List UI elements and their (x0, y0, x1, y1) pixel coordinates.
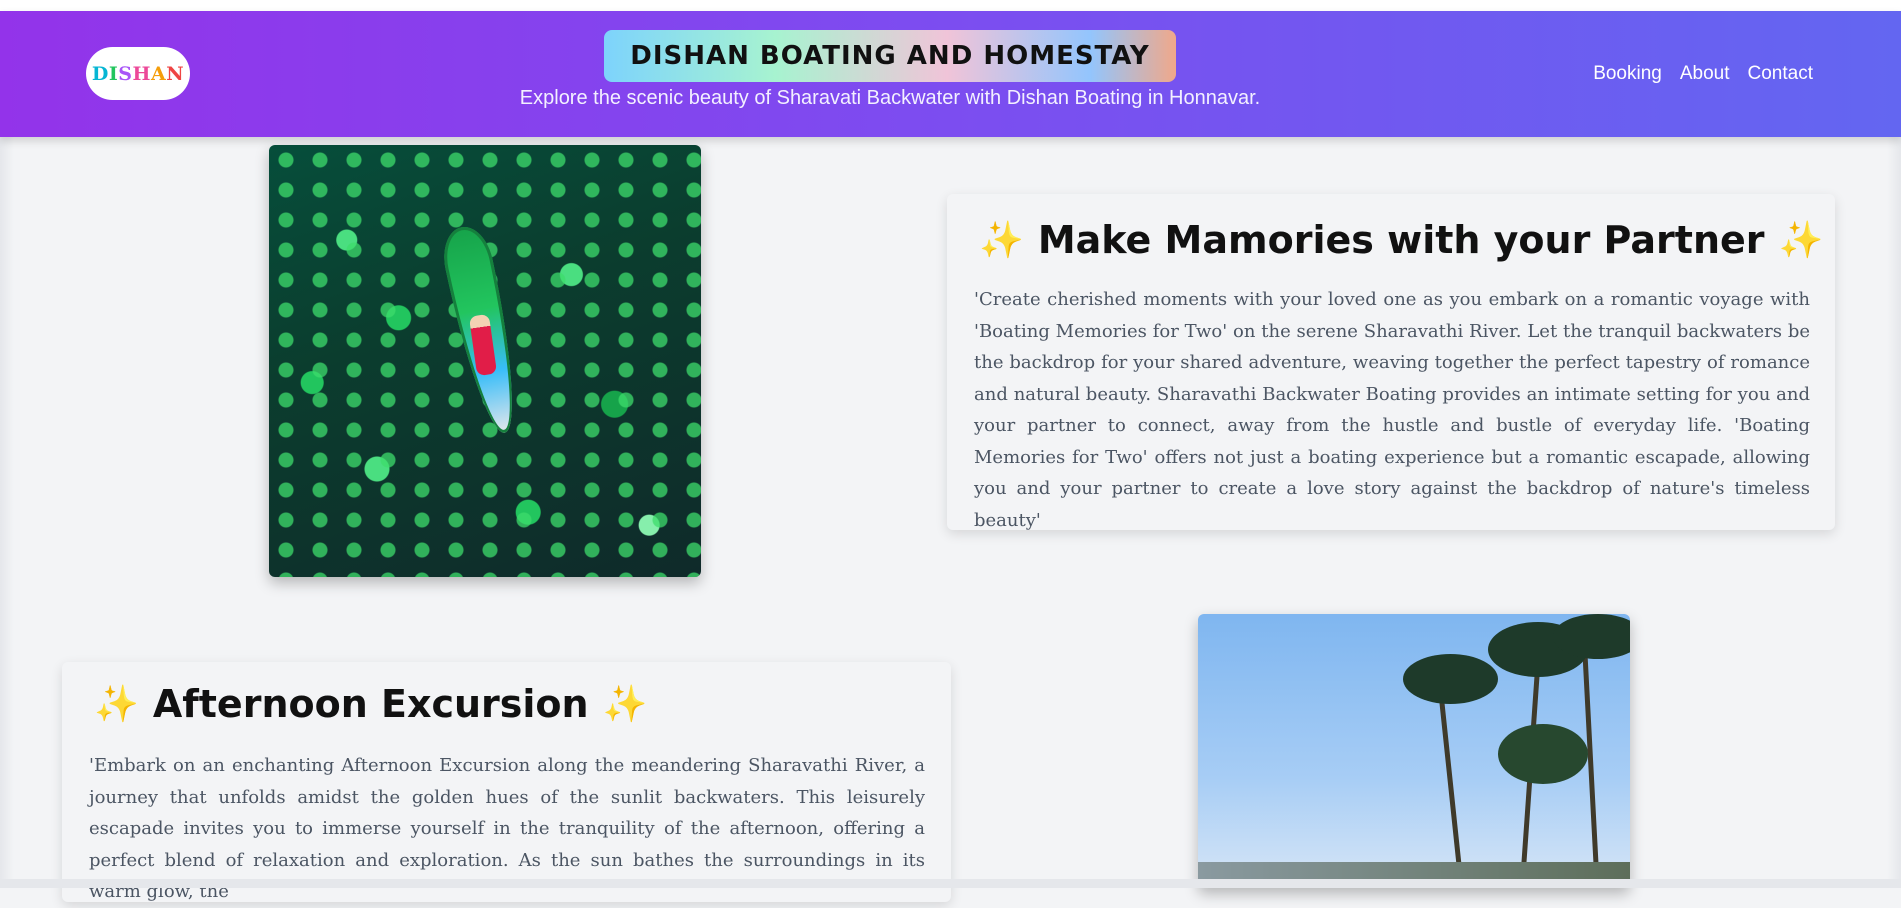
section-heading: ✨ Make Mamories with your Partner ✨ (979, 218, 1823, 262)
page-left-edge (0, 137, 14, 888)
page-right-edge (1887, 137, 1901, 888)
sparkle-icon: ✨ (602, 684, 648, 725)
logo-letter: H (132, 62, 151, 85)
site-tagline: Explore the scenic beauty of Sharavati B… (519, 87, 1261, 109)
logo-letter: A (150, 62, 167, 85)
sparkle-icon: ✨ (979, 220, 1024, 261)
site-header: DISHAN DISHAN BOATING AND HOMESTAY Explo… (0, 11, 1901, 137)
browser-bottom-bar (0, 879, 1901, 888)
palm-trees-photo (1198, 614, 1630, 888)
site-title: DISHAN BOATING AND HOMESTAY (604, 30, 1176, 82)
logo-letter: S (118, 62, 133, 85)
section-heading: ✨ Afternoon Excursion ✨ (94, 682, 647, 726)
section-card-partner: ✨ Make Mamories with your Partner ✨ 'Cre… (947, 194, 1835, 531)
section-heading-text: Make Mamories with your Partner (1037, 218, 1765, 262)
logo[interactable]: DISHAN (86, 47, 190, 100)
main-nav: Booking About Contact (1593, 63, 1813, 85)
section-heading-text: Afternoon Excursion (152, 682, 589, 726)
logo-letter: N (166, 62, 185, 85)
palm-trunk (1436, 674, 1465, 888)
sparkle-icon: ✨ (94, 684, 139, 725)
section-text: 'Create cherished moments with your love… (974, 289, 1810, 531)
logo-text: DISHAN (92, 63, 184, 85)
nav-booking-link[interactable]: Booking (1593, 63, 1662, 85)
couple-boat-photo (269, 145, 701, 577)
nav-about-link[interactable]: About (1680, 63, 1730, 85)
browser-top-strip (0, 0, 1901, 11)
logo-letter: I (108, 62, 119, 85)
palm-crown (1498, 724, 1588, 784)
logo-letter: D (91, 62, 109, 85)
sparkle-icon: ✨ (1778, 220, 1824, 261)
palm-crown (1403, 654, 1498, 704)
nav-contact-link[interactable]: Contact (1748, 63, 1813, 85)
section-card-afternoon: ✨ Afternoon Excursion ✨ 'Embark on an en… (62, 662, 951, 902)
